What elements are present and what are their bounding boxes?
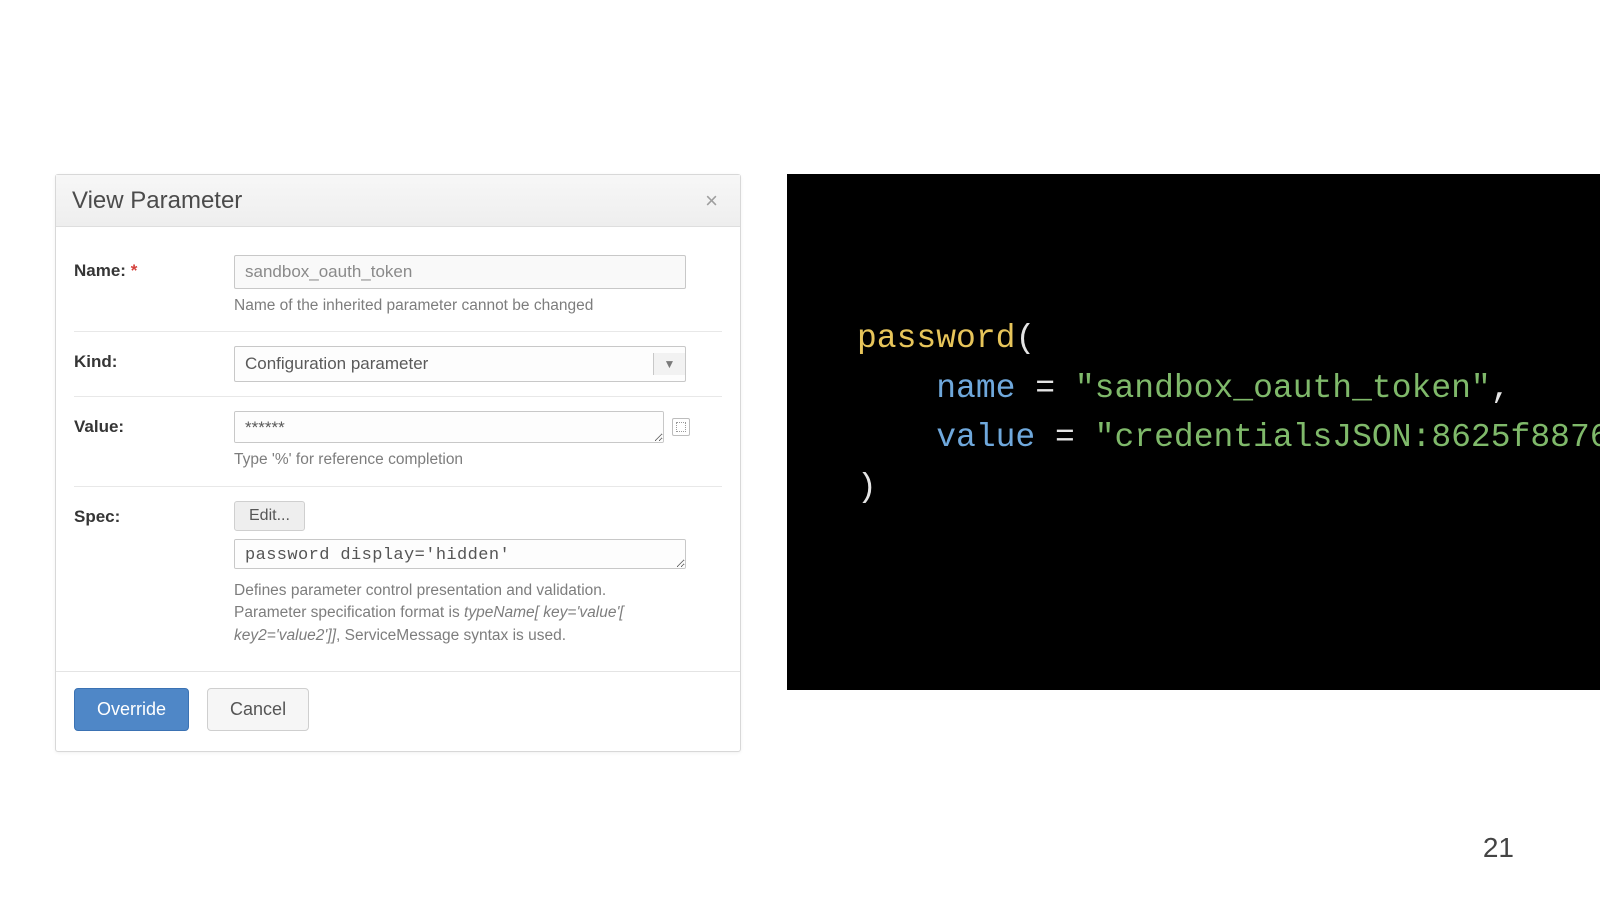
code-kw-value: value [936, 419, 1035, 456]
row-spec: Spec: Edit... Defines parameter control … [74, 486, 722, 661]
kind-value: Configuration parameter [245, 354, 428, 374]
required-asterisk-icon: * [131, 261, 138, 280]
spec-helper-line2a: Parameter specification format is [234, 604, 464, 621]
chevron-down-icon: ▼ [653, 353, 685, 375]
code-comma: , [1491, 370, 1511, 407]
spec-helper: Defines parameter control presentation a… [234, 580, 722, 647]
code-line-3: value = "credentialsJSON:8625f88766da" [857, 413, 1540, 463]
row-kind: Kind: Configuration parameter ▼ [74, 331, 722, 396]
code-line-4: ) [857, 463, 1540, 513]
code-str-value: "credentialsJSON:8625f88766da" [1095, 419, 1600, 456]
spec-edit-button[interactable]: Edit... [234, 501, 305, 531]
value-helper: Type '%' for reference completion [234, 449, 722, 471]
code-fn: password [857, 320, 1015, 357]
row-value: Value: Type '%' for reference completion [74, 396, 722, 485]
code-eq2: = [1035, 419, 1094, 456]
dialog-body: Name: * Name of the inherited parameter … [56, 227, 740, 671]
slide-number: 21 [1483, 832, 1514, 864]
name-label: Name: * [74, 255, 234, 281]
kind-select[interactable]: Configuration parameter ▼ [234, 346, 686, 382]
code-open-paren: ( [1015, 320, 1035, 357]
kind-label: Kind: [74, 346, 234, 372]
value-input[interactable] [234, 411, 664, 443]
spec-input[interactable] [234, 539, 686, 569]
spec-label: Spec: [74, 501, 234, 527]
view-parameter-dialog: View Parameter × Name: * Name of the inh… [55, 174, 741, 752]
spec-helper-line2c: , ServiceMessage syntax is used. [336, 627, 566, 644]
override-button[interactable]: Override [74, 688, 189, 731]
value-label: Value: [74, 411, 234, 437]
code-line-2: name = "sandbox_oauth_token", [857, 364, 1540, 414]
code-close-paren: ) [857, 469, 877, 506]
row-name: Name: * Name of the inherited parameter … [74, 241, 722, 331]
cancel-button[interactable]: Cancel [207, 688, 309, 731]
dialog-header: View Parameter × [56, 175, 740, 227]
code-eq1: = [1015, 370, 1074, 407]
dialog-footer: Override Cancel [56, 671, 740, 751]
code-str-name: "sandbox_oauth_token" [1075, 370, 1491, 407]
name-input [234, 255, 686, 289]
code-line-1: password( [857, 314, 1540, 364]
parameter-picker-icon[interactable] [672, 418, 690, 436]
spec-helper-line1: Defines parameter control presentation a… [234, 582, 606, 599]
dialog-title: View Parameter [72, 187, 242, 215]
name-label-text: Name: [74, 261, 126, 280]
name-helper: Name of the inherited parameter cannot b… [234, 295, 722, 317]
code-panel: password( name = "sandbox_oauth_token", … [787, 174, 1600, 690]
code-kw-name: name [936, 370, 1015, 407]
close-icon[interactable]: × [701, 186, 722, 216]
